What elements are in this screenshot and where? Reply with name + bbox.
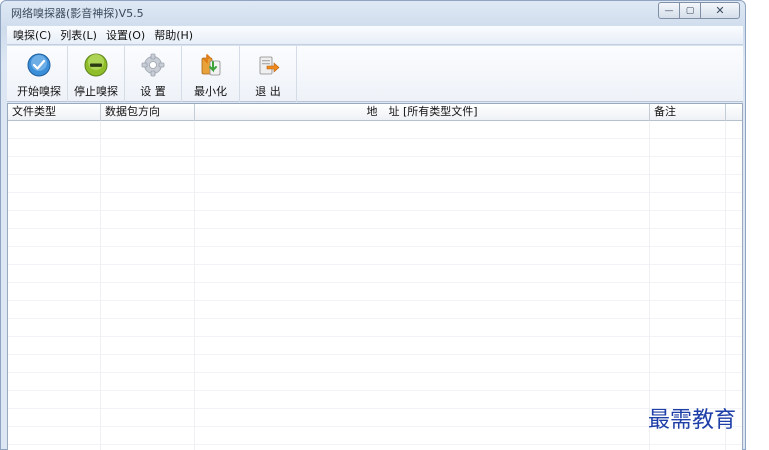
exit-button[interactable]: 退 出: [240, 46, 297, 102]
toolbar: 开始嗅探 停止嗅探 设 置 最小化 退 出: [7, 46, 743, 102]
menu-bar: 嗅探(C) 列表(L) 设置(O) 帮助(H): [7, 26, 743, 45]
start-sniff-button[interactable]: 开始嗅探: [11, 46, 68, 102]
menu-list[interactable]: 列表(L): [60, 27, 97, 43]
watermark: 最需教育: [648, 408, 737, 433]
stop-sniff-button[interactable]: 停止嗅探: [68, 46, 125, 102]
list-header: 文件类型 数据包方向 地 址 [所有类型文件] 备注: [8, 104, 742, 121]
capture-list[interactable]: 文件类型 数据包方向 地 址 [所有类型文件] 备注: [7, 103, 743, 450]
menu-settings[interactable]: 设置(O): [106, 27, 145, 43]
window-title: 网络嗅探器(影音神探)V5.5: [11, 7, 144, 20]
menu-help[interactable]: 帮助(H): [154, 27, 193, 43]
start-sniff-icon: [26, 52, 52, 78]
main-window: 网络嗅探器(影音神探)V5.5 — ▢ ✕ 嗅探(C) 列表(L) 设置(O) …: [0, 0, 746, 450]
window-maximize-button[interactable]: ▢: [679, 2, 701, 19]
window-minimize-button[interactable]: —: [658, 2, 680, 19]
title-bar[interactable]: 网络嗅探器(影音神探)V5.5 — ▢ ✕: [1, 1, 745, 25]
column-header-direction[interactable]: 数据包方向: [101, 104, 195, 121]
minimize-icon: [198, 52, 224, 78]
minimize-tool-button[interactable]: 最小化: [182, 46, 240, 102]
window-close-button[interactable]: ✕: [700, 2, 740, 19]
column-header-remarks[interactable]: 备注: [650, 104, 726, 121]
settings-gear-icon: [140, 52, 166, 78]
column-header-address[interactable]: 地 址 [所有类型文件]: [195, 104, 650, 121]
stop-sniff-label: 停止嗅探: [74, 85, 118, 98]
grid-col-file-type: [8, 121, 101, 450]
column-header-file-type[interactable]: 文件类型: [8, 104, 101, 121]
settings-label: 设 置: [140, 85, 166, 98]
minimize-label: 最小化: [194, 85, 227, 98]
start-sniff-label: 开始嗅探: [17, 85, 61, 98]
settings-button[interactable]: 设 置: [125, 46, 182, 102]
menu-sniff[interactable]: 嗅探(C): [13, 27, 51, 43]
grid-col-direction: [101, 121, 195, 450]
grid-col-address: [195, 121, 650, 450]
stop-sniff-icon: [83, 52, 109, 78]
column-header-filler: [726, 104, 742, 121]
exit-label: 退 出: [255, 85, 281, 98]
grid-col-remarks: [650, 121, 726, 450]
exit-icon: [255, 52, 281, 78]
